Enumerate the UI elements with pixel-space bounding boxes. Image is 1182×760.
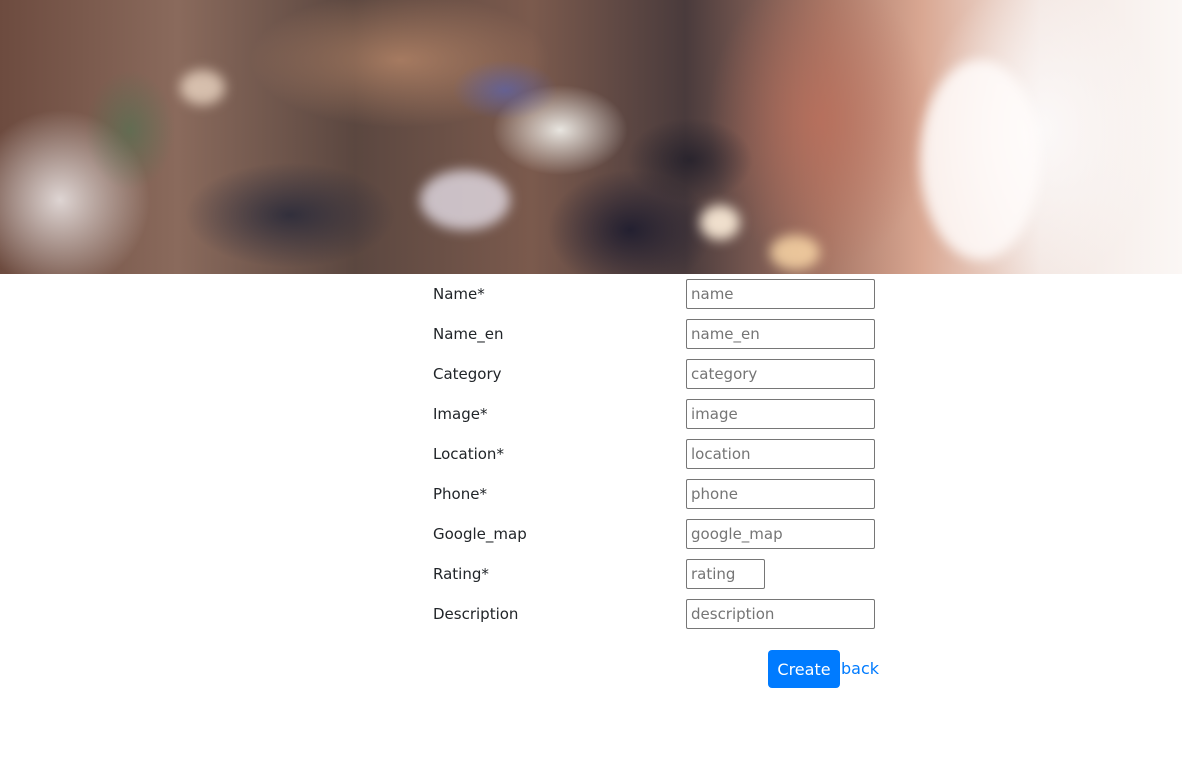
name-label: Name* <box>433 285 485 303</box>
create-button[interactable]: Create <box>768 650 840 688</box>
description-label: Description <box>433 605 519 623</box>
category-input[interactable] <box>686 359 875 389</box>
form-row-name-en: Name_en <box>433 319 875 349</box>
rating-input[interactable] <box>686 559 765 589</box>
rating-label: Rating* <box>433 565 489 583</box>
form-row-name: Name* <box>433 279 875 309</box>
hero-banner-image <box>0 0 1182 274</box>
back-link[interactable]: back <box>841 659 879 679</box>
form-row-phone: Phone* <box>433 479 875 509</box>
create-form: Name* Name_en Category Image* Location* … <box>0 274 1182 760</box>
form-row-google-map: Google_map <box>433 519 875 549</box>
description-input[interactable] <box>686 599 875 629</box>
hero-light-blob <box>180 70 225 105</box>
image-label: Image* <box>433 405 488 423</box>
name-en-label: Name_en <box>433 325 504 343</box>
name-input[interactable] <box>686 279 875 309</box>
location-label: Location* <box>433 445 504 463</box>
form-row-location: Location* <box>433 439 875 469</box>
phone-label: Phone* <box>433 485 487 503</box>
name-en-input[interactable] <box>686 319 875 349</box>
form-row-rating: Rating* <box>433 559 875 589</box>
hero-light-blob <box>700 205 740 240</box>
form-row-image: Image* <box>433 399 875 429</box>
google-map-input[interactable] <box>686 519 875 549</box>
hero-light-blob <box>770 235 820 270</box>
hero-light-blob <box>420 170 510 230</box>
form-row-description: Description <box>433 599 875 629</box>
image-input[interactable] <box>686 399 875 429</box>
phone-input[interactable] <box>686 479 875 509</box>
location-input[interactable] <box>686 439 875 469</box>
form-row-category: Category <box>433 359 875 389</box>
category-label: Category <box>433 365 502 383</box>
google-map-label: Google_map <box>433 525 527 543</box>
hero-light-blob <box>920 60 1040 260</box>
